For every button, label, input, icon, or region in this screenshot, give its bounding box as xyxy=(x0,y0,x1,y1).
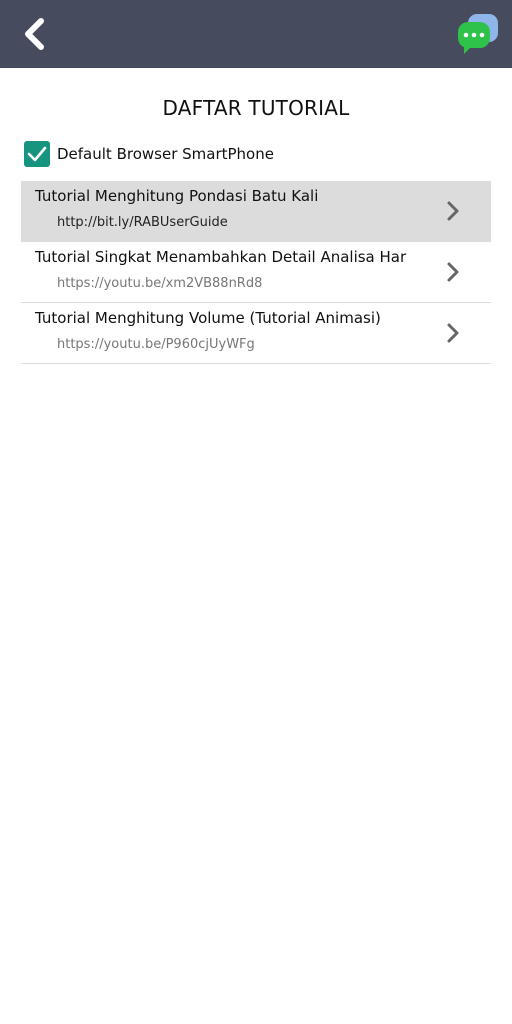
chat-bubble-icon xyxy=(458,14,498,54)
page-title: DAFTAR TUTORIAL xyxy=(162,96,350,120)
tutorial-url: http://bit.ly/RABUserGuide xyxy=(57,215,228,230)
chat-button[interactable] xyxy=(452,10,504,58)
default-browser-checkbox[interactable] xyxy=(24,141,50,167)
chevron-right-icon xyxy=(447,262,459,282)
chevron-right-icon xyxy=(447,201,459,221)
tutorial-item[interactable]: Tutorial Menghitung Pondasi Batu Kali ht… xyxy=(21,181,491,242)
app-screen: DAFTAR TUTORIAL Default Browser SmartPho… xyxy=(0,0,512,1024)
default-browser-toggle[interactable]: Default Browser SmartPhone xyxy=(24,140,274,168)
tutorial-url: https://youtu.be/xm2VB88nRd8 xyxy=(57,276,263,291)
back-button[interactable] xyxy=(12,12,56,56)
default-browser-label: Default Browser SmartPhone xyxy=(57,145,274,163)
top-app-bar xyxy=(0,0,512,68)
tutorial-title: Tutorial Menghitung Volume (Tutorial Ani… xyxy=(35,309,381,327)
checkmark-icon xyxy=(27,146,47,162)
chevron-left-icon xyxy=(25,18,44,50)
tutorial-url: https://youtu.be/P960cjUyWFg xyxy=(57,337,255,352)
tutorial-title: Tutorial Menghitung Pondasi Batu Kali xyxy=(35,187,319,205)
tutorial-item[interactable]: Tutorial Singkat Menambahkan Detail Anal… xyxy=(21,242,491,303)
tutorial-item[interactable]: Tutorial Menghitung Volume (Tutorial Ani… xyxy=(21,303,491,364)
chevron-right-icon xyxy=(447,323,459,343)
tutorial-list: Tutorial Menghitung Pondasi Batu Kali ht… xyxy=(21,181,491,364)
tutorial-title: Tutorial Singkat Menambahkan Detail Anal… xyxy=(35,248,407,266)
